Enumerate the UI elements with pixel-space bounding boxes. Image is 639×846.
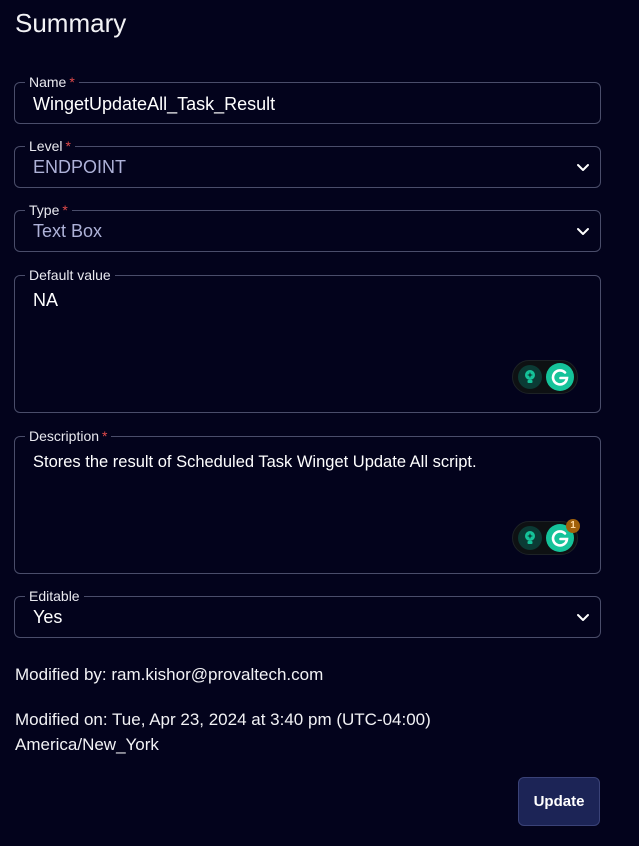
editable-selected-value: Yes	[33, 607, 63, 627]
description-textarea[interactable]: Description * Stores the result of Schedu…	[14, 428, 601, 574]
grammarly-widget[interactable]	[512, 360, 578, 394]
name-label: Name *	[25, 74, 79, 90]
required-mark: *	[65, 138, 71, 154]
name-input-value[interactable]: WingetUpdateAll_Task_Result	[33, 94, 275, 115]
required-mark: *	[69, 74, 75, 90]
description-label: Description *	[25, 428, 112, 444]
chevron-down-icon[interactable]	[575, 223, 591, 239]
editable-label: Editable	[25, 588, 84, 604]
type-label: Type *	[25, 202, 72, 218]
editable-select[interactable]: Editable Yes	[14, 588, 601, 638]
level-selected-value: ENDPOINT	[33, 157, 127, 177]
update-button[interactable]: Update	[518, 777, 600, 826]
modified-on-text: Modified on: Tue, Apr 23, 2024 at 3:40 p…	[15, 710, 431, 729]
chevron-down-icon[interactable]	[575, 159, 591, 175]
default-value-label: Default value	[25, 267, 115, 283]
level-label: Level *	[25, 138, 75, 154]
modified-on-timezone: America/New_York	[15, 735, 159, 754]
name-field[interactable]: Name * WingetUpdateAll_Task_Result	[14, 74, 601, 124]
chevron-down-icon[interactable]	[575, 609, 591, 625]
required-mark: *	[102, 428, 108, 444]
level-select[interactable]: Level * ENDPOINT	[14, 138, 601, 188]
grammarly-g-icon[interactable]: 1	[546, 519, 580, 552]
grammarly-suggestion-badge: 1	[566, 519, 580, 533]
description-text[interactable]: Stores the result of Scheduled Task Wing…	[33, 453, 477, 472]
default-value-textarea[interactable]: Default value NA	[14, 267, 601, 413]
type-selected-value: Text Box	[33, 221, 103, 241]
grammarly-widget[interactable]: 1	[512, 519, 580, 555]
modified-by-text: Modified by: ram.kishor@provaltech.com	[15, 665, 324, 684]
grammarly-lightbulb-icon[interactable]	[518, 526, 542, 550]
grammarly-g-icon[interactable]	[546, 363, 574, 391]
required-mark: *	[62, 202, 68, 218]
page-title: Summary	[15, 8, 127, 38]
grammarly-lightbulb-icon[interactable]	[518, 365, 542, 389]
type-select[interactable]: Type * Text Box	[14, 202, 601, 252]
default-value-text[interactable]: NA	[33, 290, 58, 311]
